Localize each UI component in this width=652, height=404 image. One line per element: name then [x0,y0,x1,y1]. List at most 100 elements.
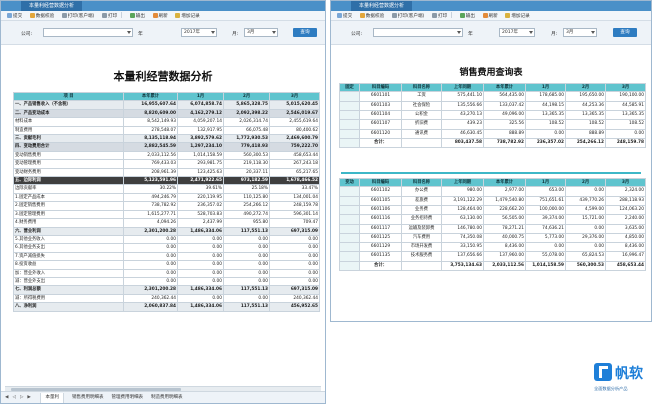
table-cell: 2,546,019.67 [269,108,320,119]
filter-bar: 公司: 年 2017年 月: 3月 查询 [1,21,325,45]
table-cell: 0.00 [123,276,178,287]
filter-bar: 公司: 年 2017年 月: 3月 查询 [331,21,651,45]
table-cell: 5.其他业务收入 [13,234,124,245]
last-sheet-icon[interactable]: ▶ [27,392,30,403]
add-record-button[interactable]: 增加记录 [505,12,530,20]
report-tab[interactable]: 本量利经营数据分析 [351,1,413,11]
table-row: 6601102 办公费 980.00 2,977.00 653.00 0.00 2,324.… [339,186,646,197]
table-cell: 合计： [359,137,402,149]
company-select[interactable] [373,28,463,37]
output-button[interactable]: 输出 [129,12,145,20]
table-row: 6601125 汽车费用 74,350.08 40,000.75 5,773.00 29,… [339,232,646,244]
toolbar: 提交 数据校验 打印(客户端) 打印 输出 刷新 增加记录 [1,11,325,21]
sheet-tab[interactable]: 本量利 [40,393,64,403]
table-cell: 4,599.00 [565,204,606,216]
data-check-button[interactable]: 数据校验 [29,12,54,20]
table-cell: 63,130.00 [441,214,484,225]
table-cell [339,186,360,197]
table-cell: 0.00 [223,276,270,287]
table-cell: 108.52 [605,119,646,130]
table-cell: 0.00 [123,260,178,270]
next-sheet-icon[interactable]: ▷ [20,392,23,403]
table-cell: 108.52 [525,119,566,130]
table-cell: 2,033,112.56 [483,260,526,272]
table-cell [339,195,360,207]
month-select[interactable]: 3月 [563,28,597,37]
table-cell: 560,300.53 [565,260,606,272]
table-cell: 业务招待费 [401,214,442,225]
table-row: 三、贡献毛利 8,135,118.94 3,892,579.62 1,772,930.… [13,134,320,144]
data-check-button[interactable]: 数据校验 [359,12,384,20]
table-cell: 325.56 [483,119,526,130]
table-cell: 2,240.00 [605,214,646,225]
prev-sheet-icon[interactable]: ◁ [12,392,15,403]
output-button[interactable]: 输出 [459,12,475,20]
logo-tagline: 全面数据分析产品 [594,386,628,391]
table-cell: 社会保险 [401,100,442,112]
year-select[interactable]: 2017年 [181,28,217,37]
submit-button[interactable]: 提交 [337,12,352,20]
table-row: 材料成本 8,542,149.93 4,059,207.14 2,026,314.74… [13,117,320,127]
sheet-tab[interactable]: 管理费用明细表 [111,392,143,403]
table-cell [339,128,360,139]
first-sheet-icon[interactable]: ◀ [5,392,8,403]
total-row: 合计： 803,437.58 738,782.92 236,357.02 254,266… [339,137,646,149]
report-sheet: 销售费用查询表 固定 科目编码 科目名称 上年同期 本年累计 1月 2月 3月 6601101… [331,45,651,321]
month-select[interactable]: 3月 [244,28,278,37]
table-cell: 43,270.13 [441,109,484,121]
table-cell: 2,301,200.28 [123,226,178,236]
refresh-button[interactable]: 刷新 [152,12,168,20]
table-cell: 减：所得税费用 [13,293,124,304]
sheet-tab[interactable]: 销售费用明细表 [72,392,104,403]
print-button[interactable]: 打印 [101,12,123,20]
print-client-button[interactable]: 打印(客户端) [391,12,424,20]
table-cell: 55,078.00 [525,251,566,262]
table-cell: 653.00 [525,186,566,197]
refresh-button[interactable]: 刷新 [482,12,498,20]
add-record-icon [505,13,511,18]
table-cell: 195,650.00 [565,91,606,102]
column-header: 3月 [605,177,646,188]
table-cell: 6601135 [359,251,402,262]
table-cell: 254,266.12 [223,201,270,211]
sheet-tab[interactable]: 制造费用明细表 [151,392,183,403]
table-row: 3.固定管理费用 1,615,277.71 528,703.83 490,272.74… [13,209,320,220]
table-cell: 0.00 [605,128,646,139]
table-cell: 5,865,328.75 [223,100,270,110]
table-cell: 44,198.15 [525,100,566,112]
table-cell: 1,615,277.71 [123,209,178,220]
table-cell: 通讯费 [401,128,442,139]
table-cell: 137,656.66 [441,251,484,262]
table-cell: 4,162,279.12 [177,108,224,119]
print-client-button[interactable]: 打印(客户端) [61,12,94,20]
table-cell: 709.47 [269,218,320,228]
query-button[interactable]: 查询 [293,28,317,37]
year-select[interactable]: 2017年 [499,28,535,37]
column-header: 固定 [339,82,360,93]
table-cell: 7.资产减值损失 [13,251,124,262]
table-cell: 办公费 [401,186,442,197]
table-cell: 13,365.35 [525,109,566,121]
table-cell: 65,824.53 [565,251,606,262]
export-icon [459,13,465,18]
company-select[interactable] [43,28,133,37]
column-header: 变动 [339,177,360,188]
table-cell: 八、净利润 [13,302,124,312]
table-cell: 四、变动费用合计 [13,142,124,152]
column-header: 3月 [605,82,646,93]
report-tab[interactable]: 本量利经营数据分析 [21,1,83,11]
table-cell: 2,060,837.84 [123,302,178,312]
table-cell: 1,486,334.06 [177,285,224,295]
table-row: 6601120 通讯费 46,630.45 888.89 0.00 888.89 0.00 [339,128,646,139]
table-cell: 边际贡献率 [13,184,124,194]
table-cell: 0.00 [123,251,178,262]
table-cell: 4.财务费用 [13,218,124,228]
submit-button[interactable]: 提交 [7,12,22,20]
add-record-button[interactable]: 增加记录 [175,12,200,20]
chevron-down-icon [272,31,276,34]
table-cell: 合计： [359,260,402,272]
table-cell [401,260,442,272]
table-cell: 248,159.78 [269,201,320,211]
print-button[interactable]: 打印 [431,12,453,20]
query-button[interactable]: 查询 [613,28,637,37]
